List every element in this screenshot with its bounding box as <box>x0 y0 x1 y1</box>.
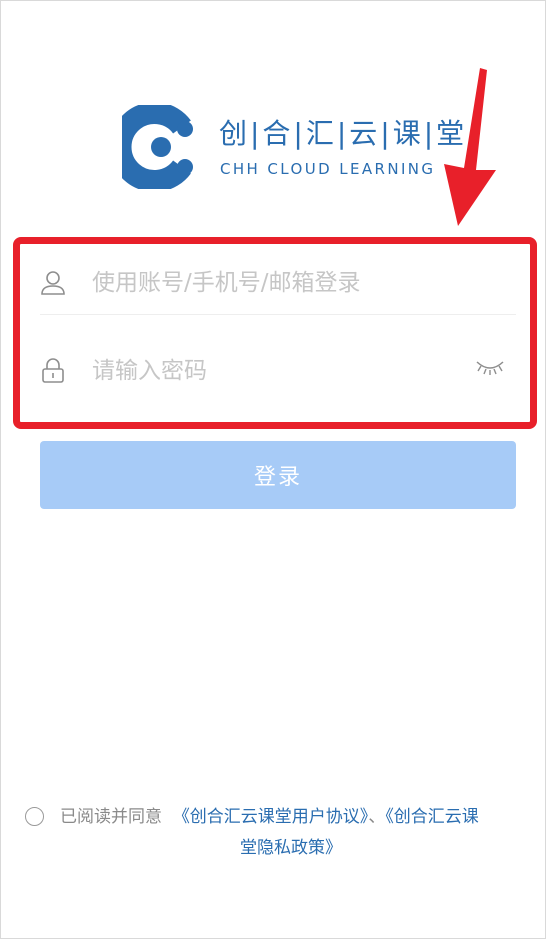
agreement-radio[interactable] <box>25 807 44 826</box>
brand-name-en: CHH CLOUD LEARNING <box>220 160 436 178</box>
username-field <box>40 252 516 315</box>
eye-closed-icon[interactable] <box>476 358 504 376</box>
user-icon <box>41 271 65 295</box>
username-input[interactable] <box>90 269 464 297</box>
annotation-arrow-icon <box>444 68 496 226</box>
logo-icon <box>122 105 193 189</box>
privacy-policy-link-part1[interactable]: 《创合汇云课 <box>385 807 479 827</box>
login-button[interactable]: 登录 <box>40 441 516 509</box>
lock-icon <box>42 358 64 383</box>
agreement-separator: 、 <box>368 807 386 827</box>
agreement-prefix: 已阅读并同意 <box>60 807 162 827</box>
user-agreement-link[interactable]: 《创合汇云课堂用户协议》 <box>173 807 369 827</box>
password-field <box>40 340 516 402</box>
password-input[interactable] <box>90 357 464 385</box>
brand-name-cn: 创|合|汇|云|课|堂 <box>219 117 468 150</box>
agreement-text: 已阅读并同意 《创合汇云课堂用户协议》、《创合汇云课 <box>60 802 479 827</box>
privacy-policy-link-part2[interactable]: 堂隐私政策》 <box>240 833 342 858</box>
